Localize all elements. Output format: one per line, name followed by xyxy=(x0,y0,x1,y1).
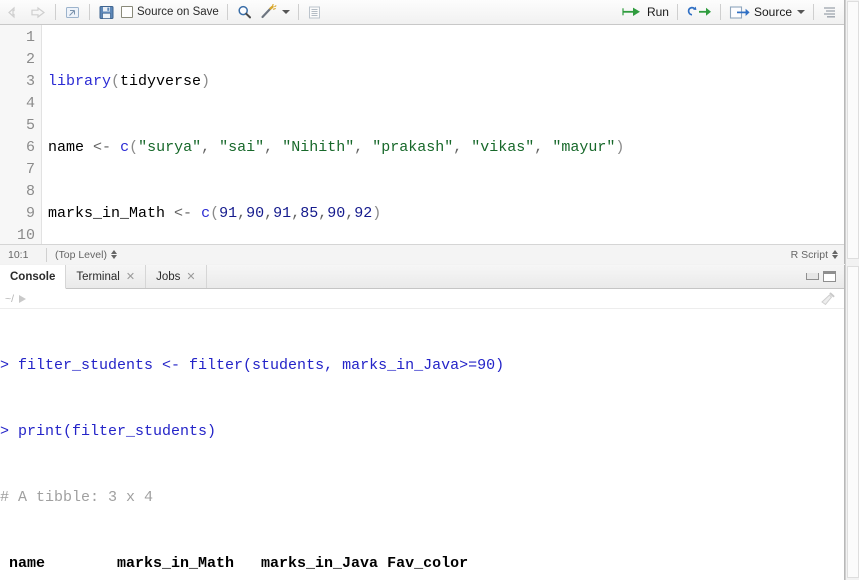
show-in-new-window-icon[interactable] xyxy=(61,2,84,22)
source-on-save-label: Source on Save xyxy=(137,6,219,18)
toolbar-divider xyxy=(226,4,228,20)
run-button-label: Run xyxy=(646,5,669,19)
re-run-loop-icon[interactable] xyxy=(683,2,715,22)
tab-jobs[interactable]: Jobs ✕ xyxy=(146,265,207,288)
toolbar-divider xyxy=(55,4,56,20)
tab-bar-filler xyxy=(207,265,806,288)
navigation-buttons xyxy=(4,0,50,24)
close-x-icon[interactable]: ✕ xyxy=(126,270,135,283)
rstudio-window: Source on Save Run Source 1 2 3 4 5 6 7 … xyxy=(0,0,859,580)
line-number: 4 xyxy=(25,95,35,112)
console-tab-bar: Console Terminal ✕ Jobs ✕ xyxy=(0,265,844,289)
toolbar-divider xyxy=(89,4,90,20)
tab-jobs-label: Jobs xyxy=(156,270,181,283)
console-output-area[interactable]: > filter_students <- filter(students, ma… xyxy=(0,309,844,580)
line-number: 6 xyxy=(25,139,35,156)
line-number: 9 xyxy=(25,205,35,222)
console-pane: Console Terminal ✕ Jobs ✕ ~/ > filter_st… xyxy=(0,265,845,580)
search-magnifier-icon[interactable] xyxy=(233,2,256,22)
source-editor-pane: Source on Save Run Source 1 2 3 4 5 6 7 … xyxy=(0,0,845,264)
show-document-outline-icon[interactable] xyxy=(819,2,840,22)
code-scope-selector[interactable]: (Top Level) xyxy=(47,249,117,261)
code-tools-wand-icon[interactable] xyxy=(256,2,293,22)
toolbar-divider xyxy=(297,4,299,20)
chevron-down-icon[interactable] xyxy=(281,10,290,14)
pane-window-buttons xyxy=(806,265,844,288)
editor-scrollbar[interactable] xyxy=(847,1,859,259)
file-type-label: R Script xyxy=(790,248,828,261)
tab-terminal-label: Terminal xyxy=(76,270,120,283)
maximize-pane-icon[interactable] xyxy=(823,271,836,282)
right-scroll-rail[interactable] xyxy=(845,0,859,580)
line-number: 7 xyxy=(25,161,35,178)
up-down-caret-icon[interactable] xyxy=(110,250,117,259)
code-line: name <- c("surya", "sai", "Nihith", "pra… xyxy=(48,139,625,156)
toolbar-divider xyxy=(719,4,721,20)
line-number: 5 xyxy=(25,117,35,134)
source-on-save-checkbox[interactable]: Source on Save xyxy=(118,2,222,22)
line-number: 2 xyxy=(25,51,35,68)
code-editor-area[interactable]: 1 2 3 4 5 6 7 8 9 10 library(tidyverse) … xyxy=(0,25,844,244)
console-working-directory-bar: ~/ xyxy=(0,289,844,309)
line-number: 1 xyxy=(25,29,35,46)
console-tibble-comment: # A tibble: 3 x 4 xyxy=(0,489,154,506)
tab-console-label: Console xyxy=(10,270,56,283)
minimize-pane-icon[interactable] xyxy=(806,273,819,280)
toolbar-divider xyxy=(813,4,814,20)
run-button[interactable]: Run xyxy=(619,2,672,22)
clear-console-broom-icon[interactable] xyxy=(818,291,844,307)
tab-console[interactable]: Console xyxy=(0,265,67,289)
chevron-down-icon[interactable] xyxy=(797,10,805,14)
tab-terminal[interactable]: Terminal ✕ xyxy=(66,265,147,288)
console-table-header-row: name marks_in_Math marks_in_Java Fav_col… xyxy=(0,555,469,572)
console-command-line: > filter_students <- filter(students, ma… xyxy=(0,357,505,374)
code-scope-label: (Top Level) xyxy=(55,248,107,261)
console-command-line: > print(filter_students) xyxy=(0,423,217,440)
line-number: 10 xyxy=(16,227,35,244)
source-button-label: Source xyxy=(753,5,792,19)
close-x-icon[interactable]: ✕ xyxy=(186,270,195,283)
source-on-save-checkbox-box xyxy=(121,6,133,18)
editor-toolbar: Source on Save Run Source xyxy=(0,0,844,25)
save-floppy-icon[interactable] xyxy=(95,2,118,22)
working-directory-label: ~/ xyxy=(5,292,15,305)
back-arrow-icon[interactable] xyxy=(4,2,26,22)
toolbar-divider xyxy=(676,4,678,20)
line-number: 8 xyxy=(25,183,35,200)
line-number: 3 xyxy=(25,73,35,90)
console-scrollbar[interactable] xyxy=(847,266,859,578)
code-text[interactable]: library(tidyverse) name <- c("surya", "s… xyxy=(42,25,844,244)
file-type-selector[interactable]: R Script xyxy=(791,249,844,261)
document-outline-icon[interactable] xyxy=(304,2,325,22)
cursor-position: 10:1 xyxy=(8,248,29,261)
open-working-directory-icon[interactable] xyxy=(19,294,27,303)
code-line: marks_in_Math <- c(91,90,91,85,90,92) xyxy=(48,205,382,222)
forward-arrow-icon[interactable] xyxy=(26,2,50,22)
up-down-caret-icon[interactable] xyxy=(832,250,838,259)
code-line: library(tidyverse) xyxy=(48,73,211,90)
source-button[interactable]: Source xyxy=(726,2,808,22)
editor-status-bar: 10:1 (Top Level) R Script xyxy=(0,244,844,264)
line-number-gutter: 1 2 3 4 5 6 7 8 9 10 xyxy=(0,25,42,244)
